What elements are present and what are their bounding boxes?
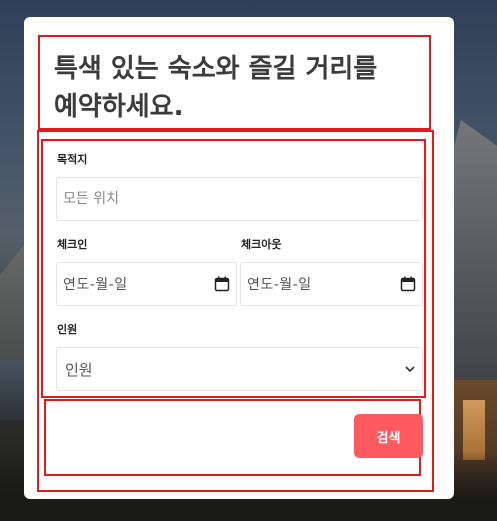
calendar-icon[interactable] (400, 276, 416, 292)
destination-input[interactable] (63, 191, 416, 207)
checkout-label: 체크아웃 (241, 238, 282, 251)
checkout-date-value: 연도-월-일 (247, 277, 312, 293)
checkin-label: 체크인 (57, 238, 88, 251)
calendar-icon[interactable] (214, 276, 230, 292)
checkout-date-field[interactable]: 연도-월-일 (240, 262, 423, 306)
guests-select-value: 인원 (65, 360, 93, 379)
checkin-date-field[interactable]: 연도-월-일 (56, 262, 237, 306)
destination-field[interactable] (56, 177, 423, 221)
guests-label: 인원 (57, 323, 78, 336)
chevron-down-icon (405, 366, 415, 373)
search-button[interactable]: 검색 (354, 414, 423, 458)
destination-label: 목적지 (57, 153, 88, 166)
checkin-date-value: 연도-월-일 (63, 277, 128, 293)
page-title: 특색 있는 숙소와 즐길 거리를 예약하세요. (54, 54, 378, 122)
guests-select[interactable]: 인원 (56, 347, 423, 391)
